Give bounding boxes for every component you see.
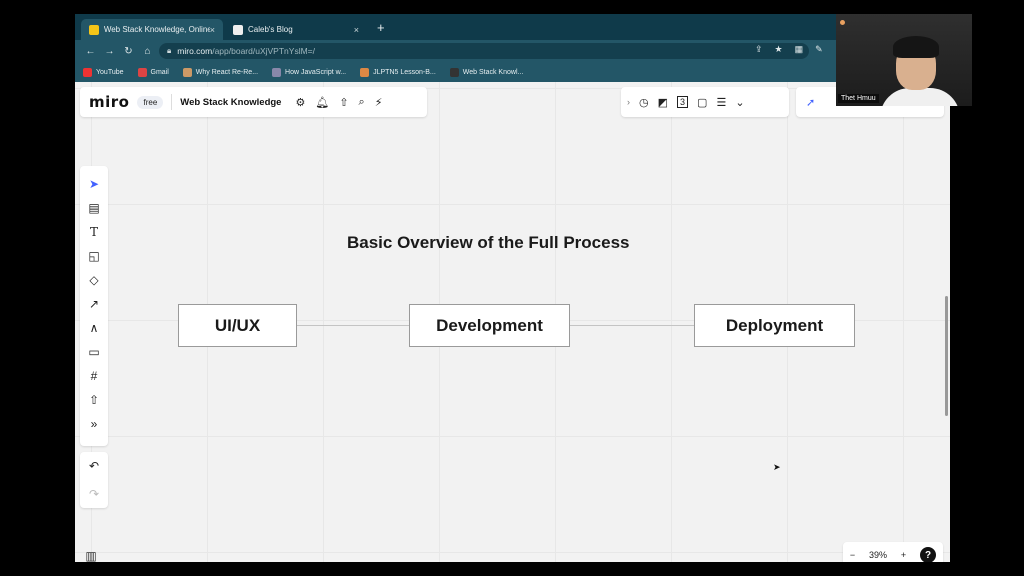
tab-close-icon[interactable]: ×	[354, 25, 359, 35]
plug-icon[interactable]: ⚡︎	[375, 96, 383, 109]
webcam-overlay: Thet Hmuu	[836, 14, 972, 106]
tab-web-stack[interactable]: Web Stack Knowledge, Online ×	[81, 19, 223, 40]
article-icon	[272, 67, 282, 77]
connection-line-tool-icon[interactable]: ↗	[84, 292, 104, 316]
lock-icon: 🔒︎	[167, 46, 172, 55]
collaboration-toolbar: › ◷ ◩ 3 ▢ ☰ ⌄	[621, 87, 789, 117]
bookmark-label: JLPTN5 Lesson-B...	[373, 68, 436, 76]
bookmark-label: YouTube	[96, 68, 124, 76]
counter-icon[interactable]: 3	[677, 96, 689, 108]
url-host: miro.com	[177, 46, 213, 56]
frames-panel-icon[interactable]: ▥	[81, 547, 101, 562]
text-tool-icon[interactable]: T	[84, 220, 104, 244]
bookmark-label: How JavaScript w...	[285, 68, 347, 76]
youtube-icon	[83, 67, 92, 77]
bell-icon[interactable]: 🔔︎	[315, 96, 329, 109]
redo-icon[interactable]: ↷	[89, 487, 99, 501]
creation-toolbar: ➤ ▤ T ◱ ◇ ↗ ∧ ▭ # ⇧ »	[80, 166, 108, 446]
miro-icon	[449, 67, 459, 77]
step-box-development[interactable]: Development	[409, 304, 570, 347]
bookmark-why-react[interactable]: Why React Re-Re...	[182, 67, 259, 77]
templates-tool-icon[interactable]: ▤	[84, 196, 104, 220]
comment-icon[interactable]: ▢	[697, 96, 707, 109]
tab-close-icon[interactable]: ×	[210, 25, 215, 35]
connector-line[interactable]	[296, 325, 409, 326]
pointer-icon[interactable]: ➚	[806, 96, 815, 109]
back-button[interactable]: ←	[81, 46, 100, 57]
more-tools-icon[interactable]: »	[84, 412, 104, 436]
home-button[interactable]: ⌂	[138, 46, 157, 57]
bookmark-how-javascript[interactable]: How JavaScript w...	[272, 67, 347, 77]
mouse-cursor-icon: ➤	[773, 462, 781, 472]
upload-icon[interactable]: ⇧	[339, 96, 348, 109]
zoom-level[interactable]: 39%	[869, 550, 887, 560]
document-icon	[360, 67, 370, 77]
frame-tool-icon[interactable]: #	[84, 364, 104, 388]
new-tab-button[interactable]: +	[377, 20, 385, 36]
person-hair	[893, 36, 939, 58]
url-path: /app/board/uXjVPTnYslM=/	[212, 46, 315, 56]
undo-icon[interactable]: ↶	[89, 459, 99, 473]
bookmark-web-stack[interactable]: Web Stack Knowl...	[449, 67, 524, 77]
more-icon[interactable]: ⌄	[735, 96, 744, 109]
sticky-note-tool-icon[interactable]: ◱	[84, 244, 104, 268]
diagram-heading[interactable]: Basic Overview of the Full Process	[347, 233, 630, 253]
present-icon[interactable]: ◩	[658, 96, 668, 109]
divider	[171, 94, 173, 110]
miro-favicon-icon	[89, 24, 99, 35]
select-tool-icon[interactable]: ➤	[84, 172, 104, 196]
reload-button[interactable]: ↻	[119, 46, 138, 57]
upload-tool-icon[interactable]: ⇧	[84, 388, 104, 412]
board-name[interactable]: Web Stack Knowledge	[180, 97, 281, 108]
blog-favicon-icon	[233, 24, 243, 35]
share-icon[interactable]: ⇪	[755, 44, 763, 55]
timer-icon[interactable]: ◷	[639, 96, 649, 109]
gmail-icon	[137, 67, 147, 77]
pen-extension-icon[interactable]: ✎	[815, 44, 823, 55]
zoom-in-button[interactable]: +	[901, 550, 906, 560]
connector-line[interactable]	[569, 325, 694, 326]
article-icon	[182, 67, 192, 77]
shapes-tool-icon[interactable]: ◇	[84, 268, 104, 292]
board-header-panel: miro free Web Stack Knowledge ⚙ 🔔︎ ⇧ ⌕ ⚡…	[80, 87, 427, 117]
bookmark-label: Gmail	[150, 68, 169, 76]
screen: Web Stack Knowledge, Online × Caleb's Bl…	[75, 14, 950, 562]
tab-calebs-blog[interactable]: Caleb's Blog ×	[225, 19, 367, 40]
miro-logo[interactable]: miro	[89, 93, 129, 111]
settings-icon[interactable]: ⚙	[295, 96, 305, 109]
extension-icon[interactable]: ▦	[795, 44, 804, 55]
board-header-icons: ⚙ 🔔︎ ⇧ ⌕ ⚡︎	[295, 96, 382, 109]
forward-button[interactable]: →	[100, 46, 119, 57]
bookmark-label: Why React Re-Re...	[195, 68, 259, 76]
chevron-right-icon[interactable]: ›	[627, 97, 630, 107]
notes-icon[interactable]: ☰	[716, 96, 726, 109]
search-icon[interactable]: ⌕	[359, 96, 365, 109]
address-bar-icons: ⇪ ★ ▦ ✎	[755, 44, 823, 55]
browser-tab-bar: Web Stack Knowledge, Online × Caleb's Bl…	[75, 14, 950, 40]
plan-badge[interactable]: free	[137, 95, 164, 109]
help-icon[interactable]: ?	[920, 547, 937, 562]
comment-tool-icon[interactable]: ▭	[84, 340, 104, 364]
bookmark-label: Web Stack Knowl...	[462, 68, 524, 76]
pen-tool-icon[interactable]: ∧	[84, 316, 104, 340]
zoom-controls: − 39% + ?	[843, 542, 943, 562]
tab-title: Web Stack Knowledge, Online	[103, 25, 210, 34]
bookmark-gmail[interactable]: Gmail	[137, 67, 169, 77]
bookmarks-bar: YouTube Gmail Why React Re-Re... How Jav…	[75, 62, 950, 82]
tab-title: Caleb's Blog	[248, 25, 293, 34]
bookmark-jlptn5[interactable]: JLPTN5 Lesson-B...	[360, 67, 436, 77]
zoom-out-button[interactable]: −	[850, 550, 855, 560]
board-canvas[interactable]: miro free Web Stack Knowledge ⚙ 🔔︎ ⇧ ⌕ ⚡…	[75, 82, 950, 562]
url-field[interactable]: 🔒︎ miro.com/app/board/uXjVPTnYslM=/	[159, 43, 809, 59]
step-box-deployment[interactable]: Deployment	[694, 304, 855, 347]
address-bar-row: ← → ↻ ⌂ 🔒︎ miro.com/app/board/uXjVPTnYsl…	[75, 40, 950, 62]
bookmark-youtube[interactable]: YouTube	[83, 67, 124, 77]
undo-redo-panel: ↶ ↷	[80, 452, 108, 508]
vertical-scrollbar[interactable]	[945, 296, 948, 416]
webcam-participant-name: Thet Hmuu	[838, 94, 879, 103]
bookmark-star-icon[interactable]: ★	[775, 44, 783, 55]
step-box-uiux[interactable]: UI/UX	[178, 304, 297, 347]
lamp-icon	[840, 18, 868, 26]
